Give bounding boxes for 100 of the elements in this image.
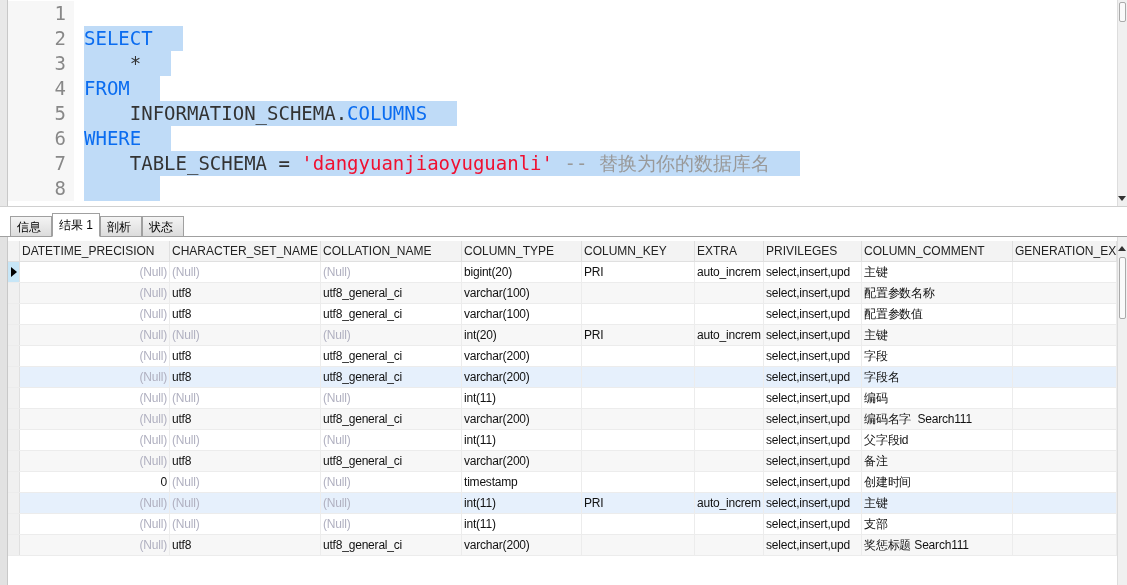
table-cell-text: 主键 <box>864 264 888 281</box>
table-cell-text: 编码名字 Search111 <box>864 411 972 428</box>
table-cell-text: int(11) <box>464 516 496 533</box>
table-cell-text: select,insert,upd <box>766 411 850 428</box>
column-header[interactable]: PRIVILEGES <box>764 241 862 261</box>
column-header[interactable]: DATETIME_PRECISION <box>20 241 170 261</box>
table-row[interactable]: (Null) utf8 utf8_general_ci varchar(200) select,insert,upd 字段名 <box>8 367 1117 388</box>
table-cell-text: (Null) <box>139 285 167 302</box>
table-row[interactable]: (Null) utf8 utf8_general_ci varchar(100) select,insert,upd 配置参数名称 <box>8 283 1117 304</box>
table-cell-text: int(11) <box>464 432 496 449</box>
table-cell-text: utf8_general_ci <box>323 411 403 428</box>
tab[interactable]: 剖析 <box>100 216 142 237</box>
table-row[interactable]: (Null) utf8 utf8_general_ci varchar(200) select,insert,upd 奖惩标题 Search111 <box>8 535 1117 556</box>
column-header[interactable]: COLUMN_TYPE <box>462 241 582 261</box>
table-cell-text: int(20) <box>464 327 497 344</box>
table-row[interactable]: (Null) (Null) (Null) bigint(20) PRI auto_increm select,insert,upd 主键 <box>8 262 1117 283</box>
table-row[interactable]: (Null) utf8 utf8_general_ci varchar(100) select,insert,upd 配置参数值 <box>8 304 1117 325</box>
table-row[interactable]: (Null) utf8 utf8_general_ci varchar(200) select,insert,upd 备注 <box>8 451 1117 472</box>
table-row[interactable]: (Null) utf8 utf8_general_ci varchar(200) select,insert,upd 编码名字 Search111 <box>8 409 1117 430</box>
table-cell-text: varchar(200) <box>464 453 530 470</box>
scroll-down-icon[interactable] <box>1118 196 1126 202</box>
table-cell-text: utf8 <box>172 348 192 365</box>
code-token: COLUMNS <box>347 101 428 126</box>
scroll-up-icon[interactable] <box>1118 245 1126 251</box>
table-cell-text: 奖惩标题 Search111 <box>864 537 969 554</box>
table-cell-text: 字段名 <box>864 369 900 386</box>
table-cell-text: utf8_general_ci <box>323 369 403 386</box>
code-token: INFORMATION_SCHEMA. <box>129 101 348 126</box>
table-cell-text: (Null) <box>172 516 200 533</box>
column-header[interactable]: EXTRA <box>695 241 764 261</box>
table-row[interactable]: (Null) (Null) (Null) int(20) PRI auto_increm select,insert,upd 主键 <box>8 325 1117 346</box>
table-cell-text: select,insert,upd <box>766 327 850 344</box>
table-cell-text: select,insert,upd <box>766 285 850 302</box>
table-cell-text: (Null) <box>139 453 167 470</box>
table-cell-text: utf8_general_ci <box>323 537 403 554</box>
code-token: SELECT <box>84 26 153 51</box>
table-cell-text: PRI <box>584 495 604 512</box>
code-token: TABLE_SCHEMA = <box>129 151 291 176</box>
column-header[interactable]: COLUMN_KEY <box>582 241 695 261</box>
table-row[interactable]: (Null) (Null) (Null) int(11) select,insert,upd 编码 <box>8 388 1117 409</box>
table-cell-text: (Null) <box>323 516 351 533</box>
column-header[interactable]: COLLATION_NAME <box>321 241 462 261</box>
splitter[interactable] <box>0 0 8 206</box>
table-row[interactable]: (Null) (Null) (Null) int(11) select,insert,upd 父字段id <box>8 430 1117 451</box>
table-cell-text: (Null) <box>139 348 167 365</box>
table-cell-text: (Null) <box>139 516 167 533</box>
scroll-thumb[interactable] <box>1119 2 1126 22</box>
table-cell-text: (Null) <box>323 390 351 407</box>
table-cell-text: varchar(100) <box>464 285 530 302</box>
table-cell-text: select,insert,upd <box>766 264 850 281</box>
table-cell-text: (Null) <box>139 306 167 323</box>
table-cell-text: 创建时间 <box>864 474 912 491</box>
table-cell-text: select,insert,upd <box>766 306 850 323</box>
column-header[interactable]: COLUMN_COMMENT <box>862 241 1013 261</box>
table-cell-text: (Null) <box>323 474 351 491</box>
table-row[interactable]: 0 (Null) (Null) timestamp select,insert,upd 创建时间 <box>8 472 1117 493</box>
table-cell-text: select,insert,upd <box>766 369 850 386</box>
table-cell-text: (Null) <box>139 390 167 407</box>
table-row[interactable]: (Null) utf8 utf8_general_ci varchar(200) select,insert,upd 字段 <box>8 346 1117 367</box>
table-cell-text: (Null) <box>139 327 167 344</box>
table-cell-text: 配置参数值 <box>864 306 923 323</box>
table-cell-text: (Null) <box>139 495 167 512</box>
table-cell-text: (Null) <box>172 495 200 512</box>
scroll-thumb[interactable] <box>1119 257 1126 319</box>
table-cell-text: timestamp <box>464 474 518 491</box>
table-cell-text: varchar(200) <box>464 369 530 386</box>
code-token: WHERE <box>84 126 142 151</box>
line-number: 1 <box>8 1 74 26</box>
line-number: 7 <box>8 151 74 176</box>
tab[interactable]: 信息 <box>10 216 52 237</box>
row-header[interactable] <box>8 262 20 282</box>
table-cell-text: (Null) <box>323 327 351 344</box>
scrollbar[interactable] <box>1117 0 1127 206</box>
line-number: 4 <box>8 76 74 101</box>
table-cell-text: select,insert,upd <box>766 348 850 365</box>
table-cell-text: select,insert,upd <box>766 495 850 512</box>
table-cell-text: 父字段id <box>864 432 909 449</box>
table-cell-text: utf8 <box>172 369 192 386</box>
table-cell-text: 配置参数名称 <box>864 285 935 302</box>
table-cell-text: utf8_general_ci <box>323 285 403 302</box>
table-row[interactable]: (Null) (Null) (Null) int(11) select,insert,upd 支部 <box>8 514 1117 535</box>
line-number: 2 <box>8 26 74 51</box>
table-cell-text: (Null) <box>139 369 167 386</box>
tab[interactable]: 状态 <box>142 216 184 237</box>
table-cell-text: varchar(100) <box>464 306 530 323</box>
table-cell-text: utf8_general_ci <box>323 453 403 470</box>
tab[interactable]: 结果 1 <box>52 213 100 237</box>
table-cell-text: (Null) <box>172 474 200 491</box>
scrollbar[interactable] <box>1117 237 1127 585</box>
table-cell-text: int(11) <box>464 390 496 407</box>
table-cell-text: 编码 <box>864 390 888 407</box>
code-token: 'dangyuanjiaoyuguanli' <box>301 151 553 176</box>
table-cell-text: 主键 <box>864 327 888 344</box>
table-cell-text: bigint(20) <box>464 264 513 281</box>
table-cell-text: varchar(200) <box>464 348 530 365</box>
table-cell-text: select,insert,upd <box>766 474 850 491</box>
column-header[interactable]: CHARACTER_SET_NAME <box>170 241 321 261</box>
table-cell-text: 备注 <box>864 453 888 470</box>
table-cell-text: utf8_general_ci <box>323 348 403 365</box>
table-row[interactable]: (Null) (Null) (Null) int(11) PRI auto_increm select,insert,upd 主键 <box>8 493 1117 514</box>
